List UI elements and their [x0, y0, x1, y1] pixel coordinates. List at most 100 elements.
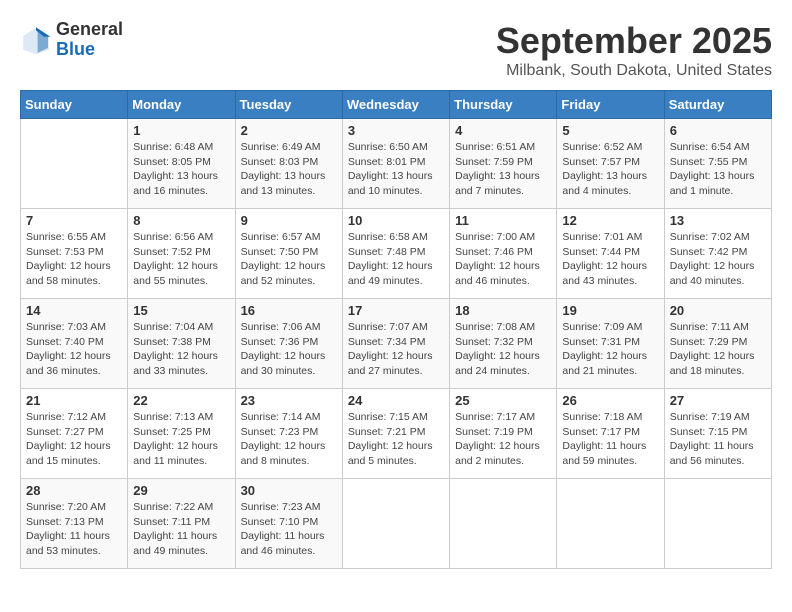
day-number: 17	[348, 303, 444, 318]
calendar-cell: 11Sunrise: 7:00 AMSunset: 7:46 PMDayligh…	[450, 209, 557, 299]
day-number: 9	[241, 213, 337, 228]
calendar-cell: 29 Sunrise: 7:22 AMSunset: 7:11 PMDayligh…	[128, 479, 235, 569]
day-info: Sunrise: 7:03 AMSunset: 7:40 PMDaylight:…	[26, 320, 122, 379]
day-number: 15	[133, 303, 229, 318]
calendar-cell: 6 Sunrise: 6:54 AMSunset: 7:55 PMDaylight…	[664, 119, 771, 209]
day-number: 29	[133, 483, 229, 498]
page-header: General Blue September 2025 Milbank, Sou…	[20, 20, 772, 80]
day-info: Sunrise: 7:06 AMSunset: 7:36 PMDaylight:…	[241, 320, 337, 379]
day-number: 28	[26, 483, 122, 498]
calendar-cell: 9 Sunrise: 6:57 AMSunset: 7:50 PMDaylight…	[235, 209, 342, 299]
calendar-week-row: 21 Sunrise: 7:12 AMSunset: 7:27 PMDayligh…	[21, 389, 772, 479]
calendar-cell: 10 Sunrise: 6:58 AMSunset: 7:48 PMDayligh…	[342, 209, 449, 299]
day-info: Sunrise: 7:15 AMSunset: 7:21 PMDaylight:…	[348, 410, 444, 469]
day-number: 10	[348, 213, 444, 228]
day-info: Sunrise: 6:56 AMSunset: 7:52 PMDaylight:…	[133, 230, 229, 289]
logo-text: General Blue	[56, 20, 123, 60]
calendar-cell: 20 Sunrise: 7:11 AMSunset: 7:29 PMDayligh…	[664, 299, 771, 389]
calendar-cell: 21 Sunrise: 7:12 AMSunset: 7:27 PMDayligh…	[21, 389, 128, 479]
day-number: 2	[241, 123, 337, 138]
page-subtitle: Milbank, South Dakota, United States	[496, 62, 772, 80]
calendar-cell: 5Sunrise: 6:52 AMSunset: 7:57 PMDaylight…	[557, 119, 664, 209]
calendar-cell: 14Sunrise: 7:03 AMSunset: 7:40 PMDayligh…	[21, 299, 128, 389]
day-info: Sunrise: 7:08 AMSunset: 7:32 PMDaylight:…	[455, 320, 551, 379]
day-number: 23	[241, 393, 337, 408]
calendar-cell: 15 Sunrise: 7:04 AMSunset: 7:38 PMDayligh…	[128, 299, 235, 389]
day-info: Sunrise: 7:18 AMSunset: 7:17 PMDaylight:…	[562, 410, 658, 469]
day-info: Sunrise: 7:12 AMSunset: 7:27 PMDaylight:…	[26, 410, 122, 469]
day-number: 7	[26, 213, 122, 228]
day-number: 3	[348, 123, 444, 138]
calendar-week-row: 28 Sunrise: 7:20 AMSunset: 7:13 PMDayligh…	[21, 479, 772, 569]
day-info: Sunrise: 7:23 AMSunset: 7:10 PMDaylight:…	[241, 500, 337, 559]
calendar-cell	[342, 479, 449, 569]
day-number: 30	[241, 483, 337, 498]
calendar-cell: 28 Sunrise: 7:20 AMSunset: 7:13 PMDayligh…	[21, 479, 128, 569]
calendar-cell: 25 Sunrise: 7:17 AMSunset: 7:19 PMDayligh…	[450, 389, 557, 479]
day-info: Sunrise: 7:13 AMSunset: 7:25 PMDaylight:…	[133, 410, 229, 469]
day-info: Sunrise: 6:48 AMSunset: 8:05 PMDaylight:…	[133, 140, 229, 199]
calendar-cell: 2 Sunrise: 6:49 AMSunset: 8:03 PMDaylight…	[235, 119, 342, 209]
day-number: 19	[562, 303, 658, 318]
day-info: Sunrise: 7:09 AMSunset: 7:31 PMDaylight:…	[562, 320, 658, 379]
calendar-cell: 12 Sunrise: 7:01 AMSunset: 7:44 PMDayligh…	[557, 209, 664, 299]
calendar-cell: 30 Sunrise: 7:23 AMSunset: 7:10 PMDayligh…	[235, 479, 342, 569]
calendar-header-monday: Monday	[128, 91, 235, 119]
calendar-cell: 7Sunrise: 6:55 AMSunset: 7:53 PMDaylight…	[21, 209, 128, 299]
calendar-cell: 4 Sunrise: 6:51 AMSunset: 7:59 PMDaylight…	[450, 119, 557, 209]
calendar-cell: 13 Sunrise: 7:02 AMSunset: 7:42 PMDayligh…	[664, 209, 771, 299]
logo-icon	[20, 24, 52, 56]
calendar-week-row: 7Sunrise: 6:55 AMSunset: 7:53 PMDaylight…	[21, 209, 772, 299]
day-number: 24	[348, 393, 444, 408]
day-info: Sunrise: 6:51 AMSunset: 7:59 PMDaylight:…	[455, 140, 551, 199]
calendar-week-row: 1 Sunrise: 6:48 AMSunset: 8:05 PMDaylight…	[21, 119, 772, 209]
calendar-header-tuesday: Tuesday	[235, 91, 342, 119]
day-number: 27	[670, 393, 766, 408]
day-number: 12	[562, 213, 658, 228]
day-number: 6	[670, 123, 766, 138]
day-number: 11	[455, 213, 551, 228]
calendar-cell: 22 Sunrise: 7:13 AMSunset: 7:25 PMDayligh…	[128, 389, 235, 479]
day-info: Sunrise: 7:17 AMSunset: 7:19 PMDaylight:…	[455, 410, 551, 469]
day-info: Sunrise: 6:49 AMSunset: 8:03 PMDaylight:…	[241, 140, 337, 199]
calendar-table: SundayMondayTuesdayWednesdayThursdayFrid…	[20, 90, 772, 569]
calendar-cell	[450, 479, 557, 569]
day-number: 18	[455, 303, 551, 318]
day-info: Sunrise: 7:11 AMSunset: 7:29 PMDaylight:…	[670, 320, 766, 379]
day-info: Sunrise: 7:20 AMSunset: 7:13 PMDaylight:…	[26, 500, 122, 559]
calendar-header-saturday: Saturday	[664, 91, 771, 119]
calendar-cell: 17Sunrise: 7:07 AMSunset: 7:34 PMDayligh…	[342, 299, 449, 389]
calendar-cell	[21, 119, 128, 209]
calendar-header-thursday: Thursday	[450, 91, 557, 119]
calendar-cell	[664, 479, 771, 569]
day-number: 5	[562, 123, 658, 138]
day-info: Sunrise: 7:02 AMSunset: 7:42 PMDaylight:…	[670, 230, 766, 289]
calendar-cell: 26 Sunrise: 7:18 AMSunset: 7:17 PMDayligh…	[557, 389, 664, 479]
day-number: 1	[133, 123, 229, 138]
day-number: 20	[670, 303, 766, 318]
day-info: Sunrise: 6:57 AMSunset: 7:50 PMDaylight:…	[241, 230, 337, 289]
title-block: September 2025 Milbank, South Dakota, Un…	[496, 20, 772, 80]
calendar-cell: 19 Sunrise: 7:09 AMSunset: 7:31 PMDayligh…	[557, 299, 664, 389]
day-info: Sunrise: 6:58 AMSunset: 7:48 PMDaylight:…	[348, 230, 444, 289]
day-number: 26	[562, 393, 658, 408]
day-info: Sunrise: 6:54 AMSunset: 7:55 PMDaylight:…	[670, 140, 766, 199]
day-info: Sunrise: 7:14 AMSunset: 7:23 PMDaylight:…	[241, 410, 337, 469]
calendar-cell: 8 Sunrise: 6:56 AMSunset: 7:52 PMDaylight…	[128, 209, 235, 299]
day-number: 8	[133, 213, 229, 228]
day-number: 25	[455, 393, 551, 408]
day-info: Sunrise: 7:22 AMSunset: 7:11 PMDaylight:…	[133, 500, 229, 559]
page-title: September 2025	[496, 20, 772, 62]
day-number: 21	[26, 393, 122, 408]
day-number: 4	[455, 123, 551, 138]
calendar-week-row: 14Sunrise: 7:03 AMSunset: 7:40 PMDayligh…	[21, 299, 772, 389]
day-info: Sunrise: 7:04 AMSunset: 7:38 PMDaylight:…	[133, 320, 229, 379]
calendar-header-sunday: Sunday	[21, 91, 128, 119]
calendar-cell: 18 Sunrise: 7:08 AMSunset: 7:32 PMDayligh…	[450, 299, 557, 389]
day-number: 22	[133, 393, 229, 408]
calendar-cell: 3 Sunrise: 6:50 AMSunset: 8:01 PMDaylight…	[342, 119, 449, 209]
calendar-cell: 27Sunrise: 7:19 AMSunset: 7:15 PMDayligh…	[664, 389, 771, 479]
day-info: Sunrise: 6:50 AMSunset: 8:01 PMDaylight:…	[348, 140, 444, 199]
day-number: 13	[670, 213, 766, 228]
day-info: Sunrise: 7:01 AMSunset: 7:44 PMDaylight:…	[562, 230, 658, 289]
